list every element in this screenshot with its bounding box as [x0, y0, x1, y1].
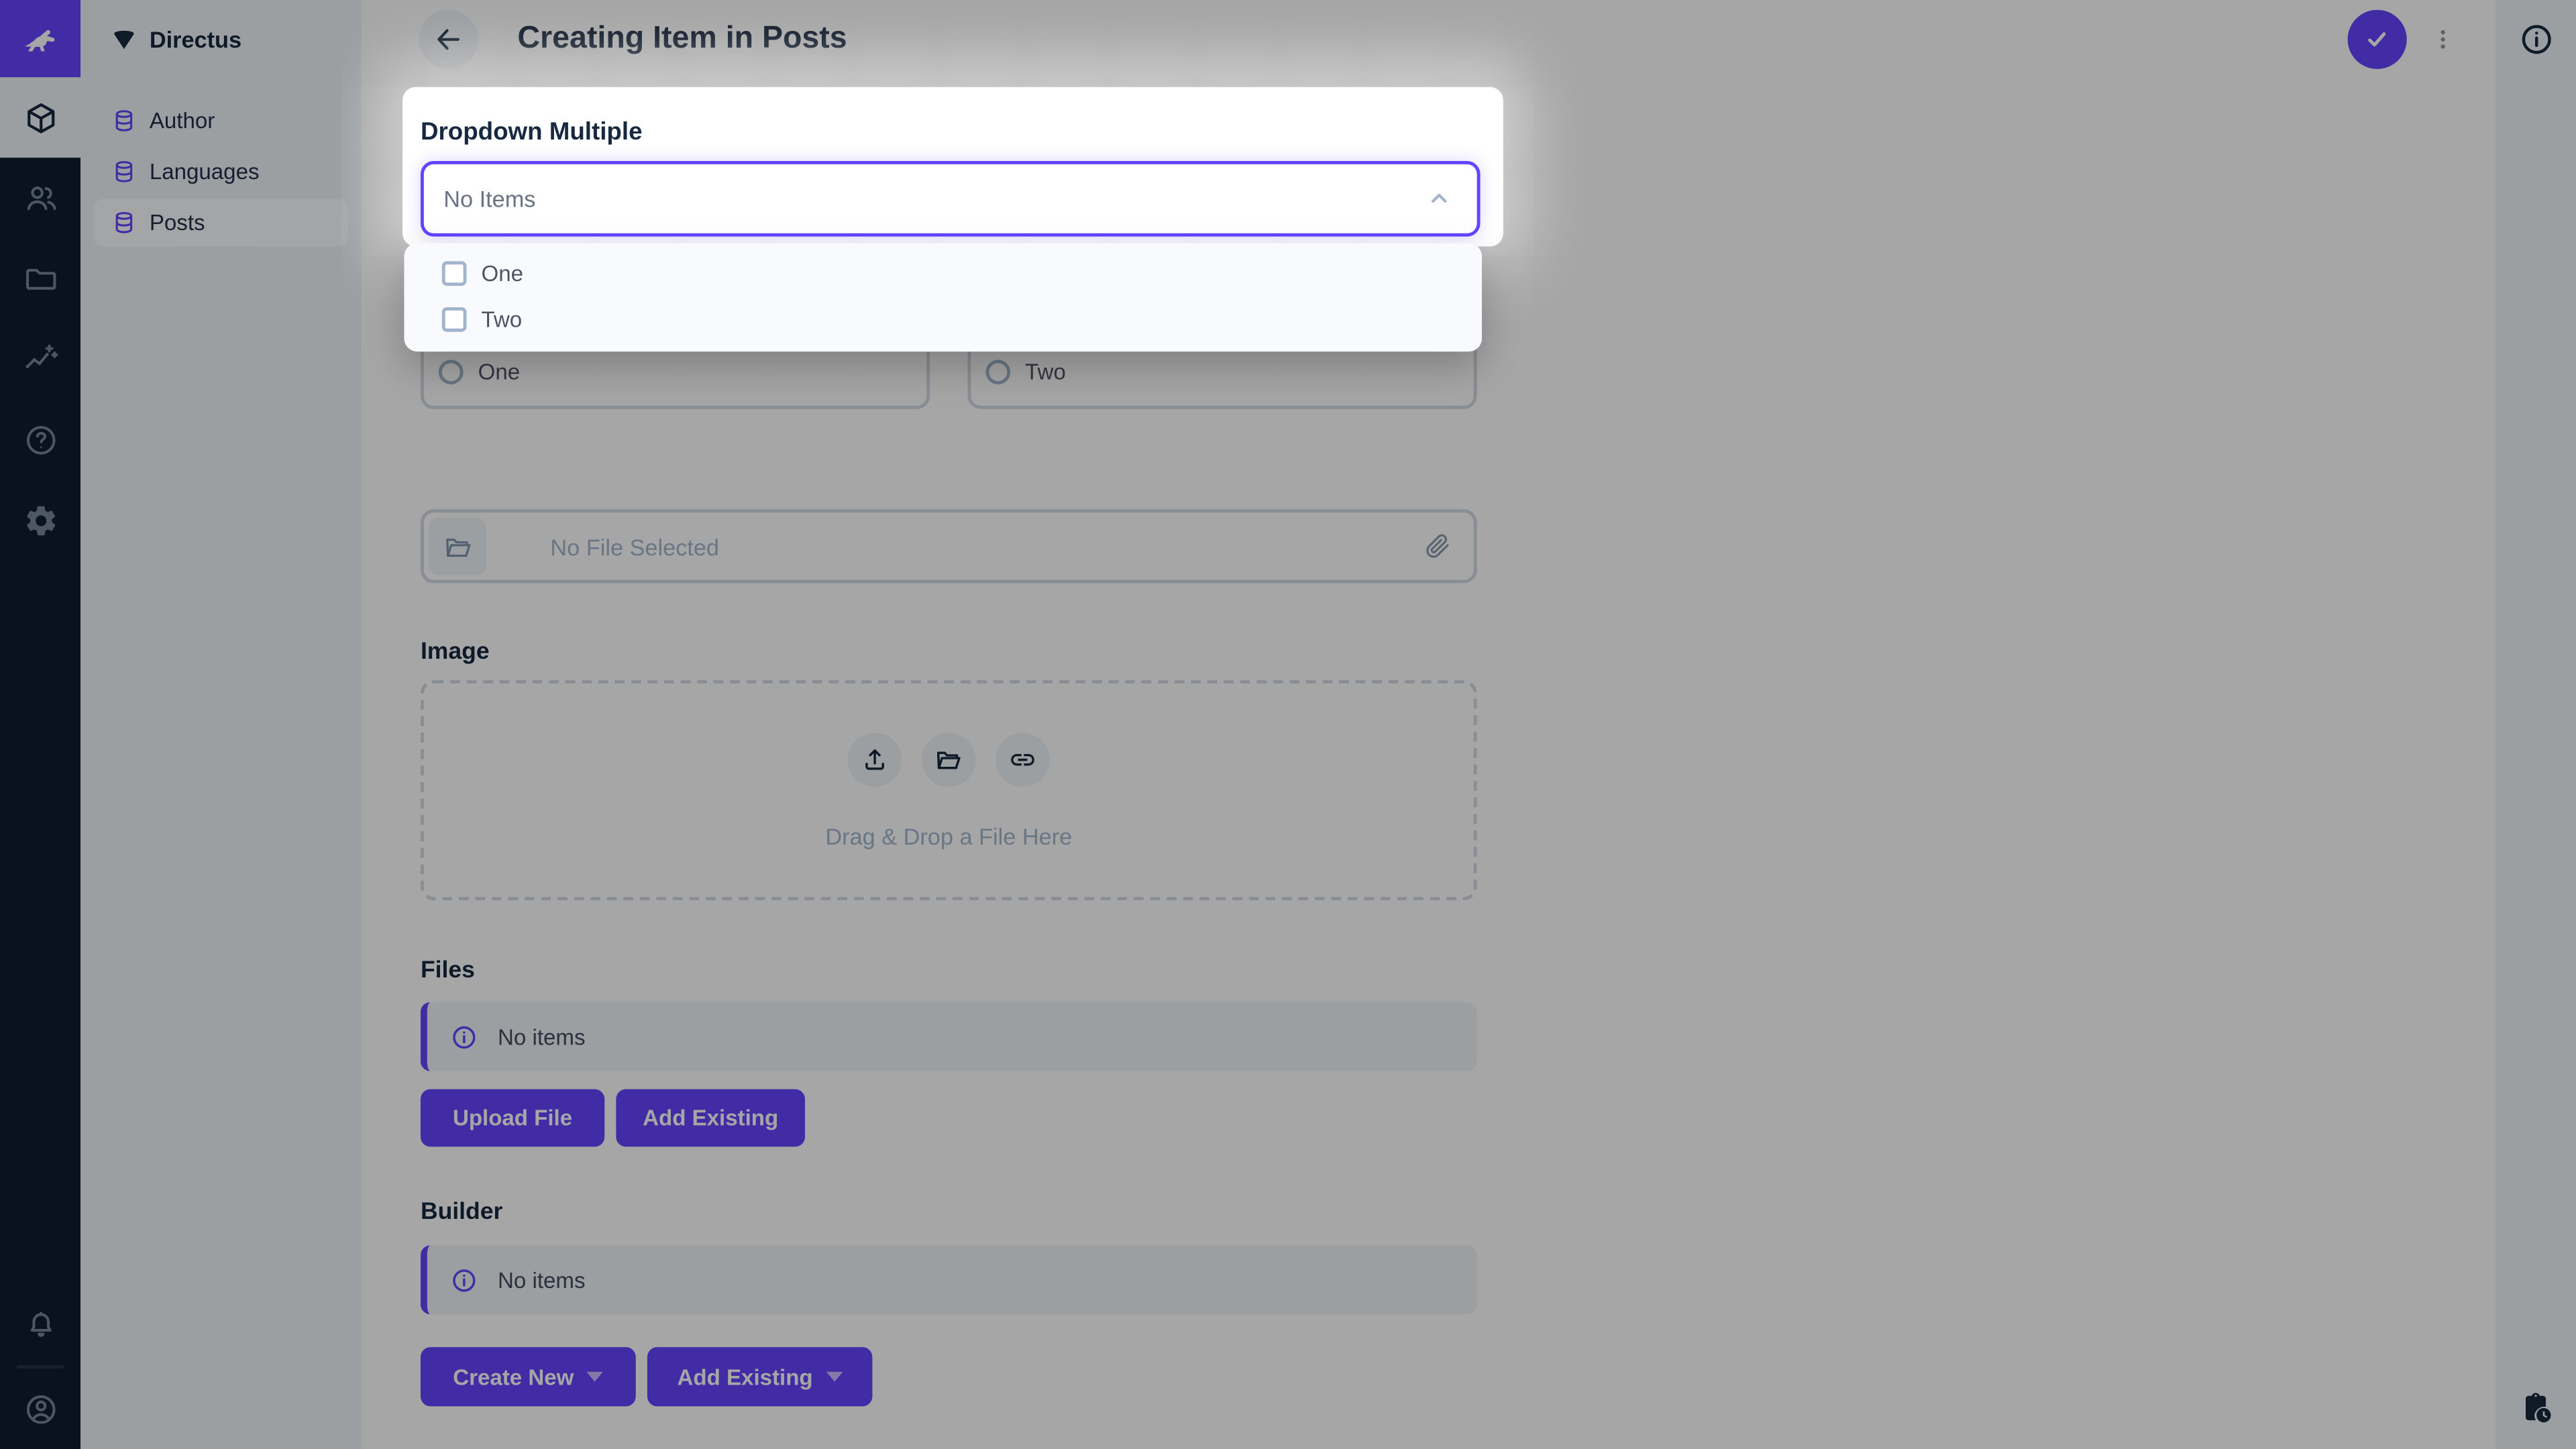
dropdown-option-label: One: [481, 260, 524, 285]
dropdown-multiple-label: Dropdown Multiple: [420, 118, 643, 146]
dropdown-multiple-field-card: Dropdown Multiple No Items: [402, 87, 1503, 247]
dropdown-option-two[interactable]: Two: [404, 296, 1482, 342]
app-window: Directus Author Languages Posts Creating…: [0, 0, 2576, 1449]
dropdown-option-one[interactable]: One: [404, 250, 1482, 296]
chevron-up-icon: [1424, 184, 1454, 213]
dropdown-option-label: Two: [481, 306, 523, 331]
dropdown-multiple-input[interactable]: No Items: [420, 161, 1481, 237]
dropdown-value: No Items: [443, 185, 536, 212]
dropdown-options-menu: One Two: [404, 243, 1482, 352]
checkbox-icon[interactable]: [441, 260, 467, 285]
checkbox-icon[interactable]: [441, 306, 467, 331]
